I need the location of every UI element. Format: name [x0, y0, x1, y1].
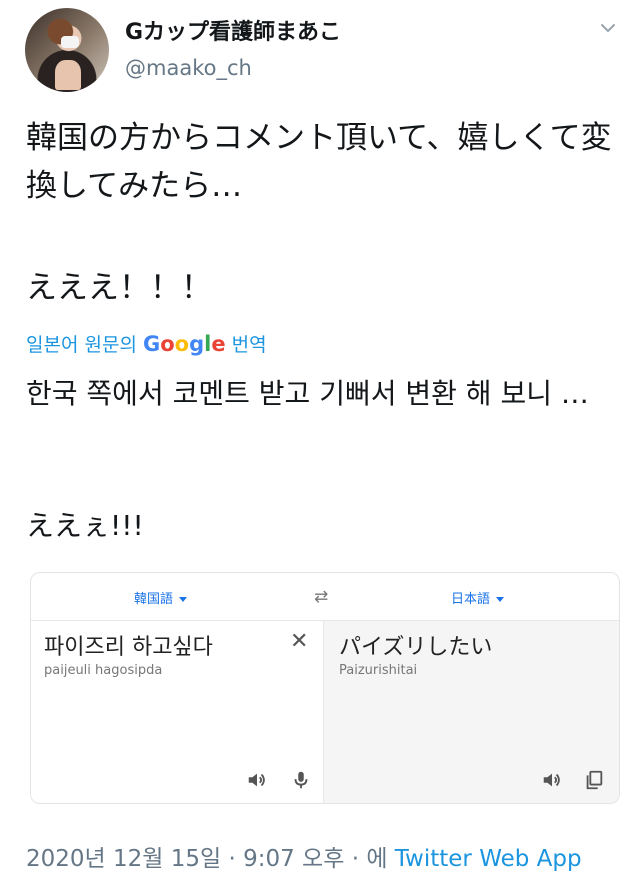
google-letter: o	[160, 332, 175, 356]
tweet-exclaim: えええ！！！	[26, 270, 212, 306]
microphone-icon[interactable]	[290, 769, 312, 791]
translated-by-suffix: 번역	[231, 334, 267, 356]
google-logo: Google	[143, 332, 226, 356]
caret-down-icon	[179, 597, 188, 602]
translation-exclaim: ええぇ!!!	[26, 509, 144, 542]
target-language-label: 日本語	[451, 592, 491, 607]
swap-icon[interactable]: ⇄	[314, 587, 328, 607]
google-letter: G	[142, 332, 161, 356]
avatar[interactable]	[25, 8, 109, 92]
speaker-icon[interactable]	[246, 769, 268, 791]
handle[interactable]: @maako_ch	[125, 56, 252, 80]
avatar-mask-detail	[61, 36, 79, 48]
display-name[interactable]: Gカップ看護師まあこ	[125, 14, 341, 46]
copy-icon[interactable]	[583, 769, 605, 791]
clear-icon[interactable]: ✕	[290, 629, 308, 654]
timestamp-text[interactable]: 2020년 12월 15일 · 9:07 오후 · 에	[26, 846, 387, 872]
language-bar: 韓国語 ⇄ 日本語	[31, 573, 619, 621]
speaker-icon[interactable]	[541, 769, 563, 791]
target-romanization: Paizurishitai	[339, 663, 418, 678]
translate-screenshot-card[interactable]: 韓国語 ⇄ 日本語 파이즈리 하고싶다 paijeuli hagosipda ✕…	[30, 572, 620, 804]
translated-by-google-link[interactable]: 일본어 원문의 Google 번역	[26, 330, 267, 357]
source-language-label: 韓国語	[134, 592, 174, 607]
caret-down-icon	[496, 597, 505, 602]
source-romanization: paijeuli hagosipda	[44, 663, 163, 678]
google-letter: o	[174, 332, 190, 356]
source-language-selector[interactable]: 韓国語	[134, 588, 188, 607]
tweet-text: 韓国の方からコメント頂いて、嬉しくて変換してみたら…	[26, 120, 612, 204]
avatar-body-detail	[55, 60, 81, 90]
client-link[interactable]: Twitter Web App	[395, 846, 582, 872]
chevron-down-icon[interactable]	[600, 20, 616, 36]
google-letter: e	[211, 332, 226, 356]
source-panel: 파이즈리 하고싶다 paijeuli hagosipda ✕	[31, 621, 322, 803]
target-language-selector[interactable]: 日本語	[451, 588, 505, 607]
target-panel: パイズリしたい Paizurishitai	[323, 621, 619, 803]
target-text: パイズリしたい	[339, 635, 493, 660]
translation-text: 한국 쪽에서 코멘트 받고 기뻐서 변환 해 보니 …	[26, 377, 589, 410]
google-letter: g	[189, 332, 205, 356]
source-text[interactable]: 파이즈리 하고싶다	[44, 629, 213, 661]
tweet-timestamp: 2020년 12월 15일 · 9:07 오후 · 에 Twitter Web …	[26, 839, 582, 873]
translated-by-prefix: 일본어 원문의	[26, 334, 137, 356]
